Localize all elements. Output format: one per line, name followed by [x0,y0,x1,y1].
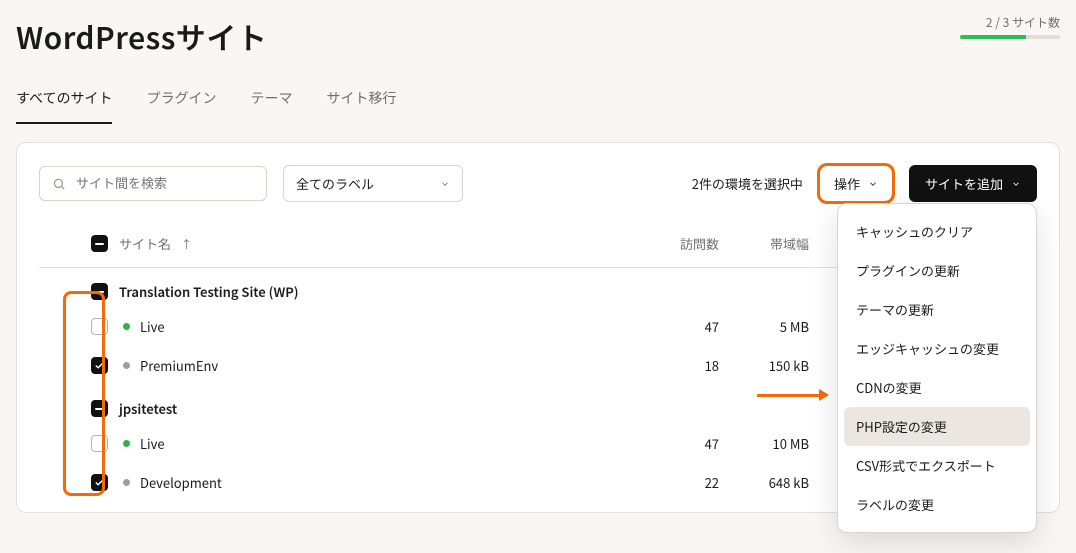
site-quota-text: 2 / 3 サイト数 [986,14,1060,31]
cell-visits: 47 [647,434,727,453]
actions-menu-item[interactable]: エッジキャッシュの変更 [838,329,1036,368]
site-quota-bar [960,35,1060,39]
status-dot [123,323,130,330]
env-name[interactable]: PremiumEnv [119,356,647,375]
search-input-wrap[interactable] [39,166,267,201]
status-dot [123,362,130,369]
col-site[interactable]: サイト名 ↑ [119,234,647,253]
cell-bandwidth: 150 kB [727,356,817,375]
selection-count: 2件の環境を選択中 [692,174,803,193]
cell-visits: 18 [647,356,727,375]
status-dot [123,440,130,447]
group-checkbox[interactable] [91,400,108,417]
page-title: WordPressサイト [16,14,267,58]
env-checkbox[interactable] [91,474,108,491]
search-input[interactable] [74,175,254,192]
chevron-down-icon [868,179,878,189]
status-dot [123,479,130,486]
tab-0[interactable]: すべてのサイト [16,88,112,124]
sites-card: 全てのラベル 2件の環境を選択中 操作 サイトを追加 サイト名 ↑ 訪問数 帯域… [16,142,1060,513]
actions-menu-item[interactable]: CDNの変更 [838,368,1036,407]
cell-bandwidth: 648 kB [727,473,817,492]
cell-visits: 47 [647,317,727,336]
tab-1[interactable]: プラグイン [146,88,216,124]
main-tabs: すべてのサイトプラグインテーマサイト移行 [16,88,1060,124]
tab-3[interactable]: サイト移行 [326,88,396,124]
col-visits: 訪問数 [647,234,727,253]
actions-menu-item[interactable]: プラグインの更新 [838,251,1036,290]
actions-menu-item[interactable]: キャッシュのクリア [838,212,1036,251]
labels-select-text: 全てのラベル [296,174,374,193]
cell-bandwidth: 10 MB [727,434,817,453]
chevron-down-icon [1011,179,1021,189]
group-checkbox[interactable] [91,283,108,300]
actions-menu: キャッシュのクリアプラグインの更新テーマの更新エッジキャッシュの変更CDNの変更… [837,203,1037,533]
add-site-button[interactable]: サイトを追加 [909,165,1037,202]
add-site-button-label: サイトを追加 [925,174,1003,193]
env-name[interactable]: Development [119,473,647,492]
env-checkbox[interactable] [91,435,108,452]
actions-menu-item[interactable]: CSV形式でエクスポート [838,446,1036,485]
search-icon [52,177,66,191]
sort-asc-icon: ↑ [181,236,192,252]
chevron-down-icon [440,179,450,189]
col-bandwidth: 帯域幅 [727,234,817,253]
tab-2[interactable]: テーマ [250,88,292,124]
actions-menu-item[interactable]: テーマの更新 [838,290,1036,329]
env-name[interactable]: Live [119,434,647,453]
actions-menu-item[interactable]: ラベルの変更 [838,485,1036,524]
env-name[interactable]: Live [119,317,647,336]
cell-visits: 22 [647,473,727,492]
env-checkbox[interactable] [91,318,108,335]
env-checkbox[interactable] [91,357,108,374]
labels-select[interactable]: 全てのラベル [283,165,463,202]
cell-bandwidth: 5 MB [727,317,817,336]
actions-button-label: 操作 [834,174,860,193]
site-quota: 2 / 3 サイト数 [960,14,1060,39]
actions-menu-item[interactable]: PHP設定の変更 [844,407,1030,446]
select-all-checkbox[interactable] [91,235,108,252]
actions-button[interactable]: 操作 [819,165,893,202]
